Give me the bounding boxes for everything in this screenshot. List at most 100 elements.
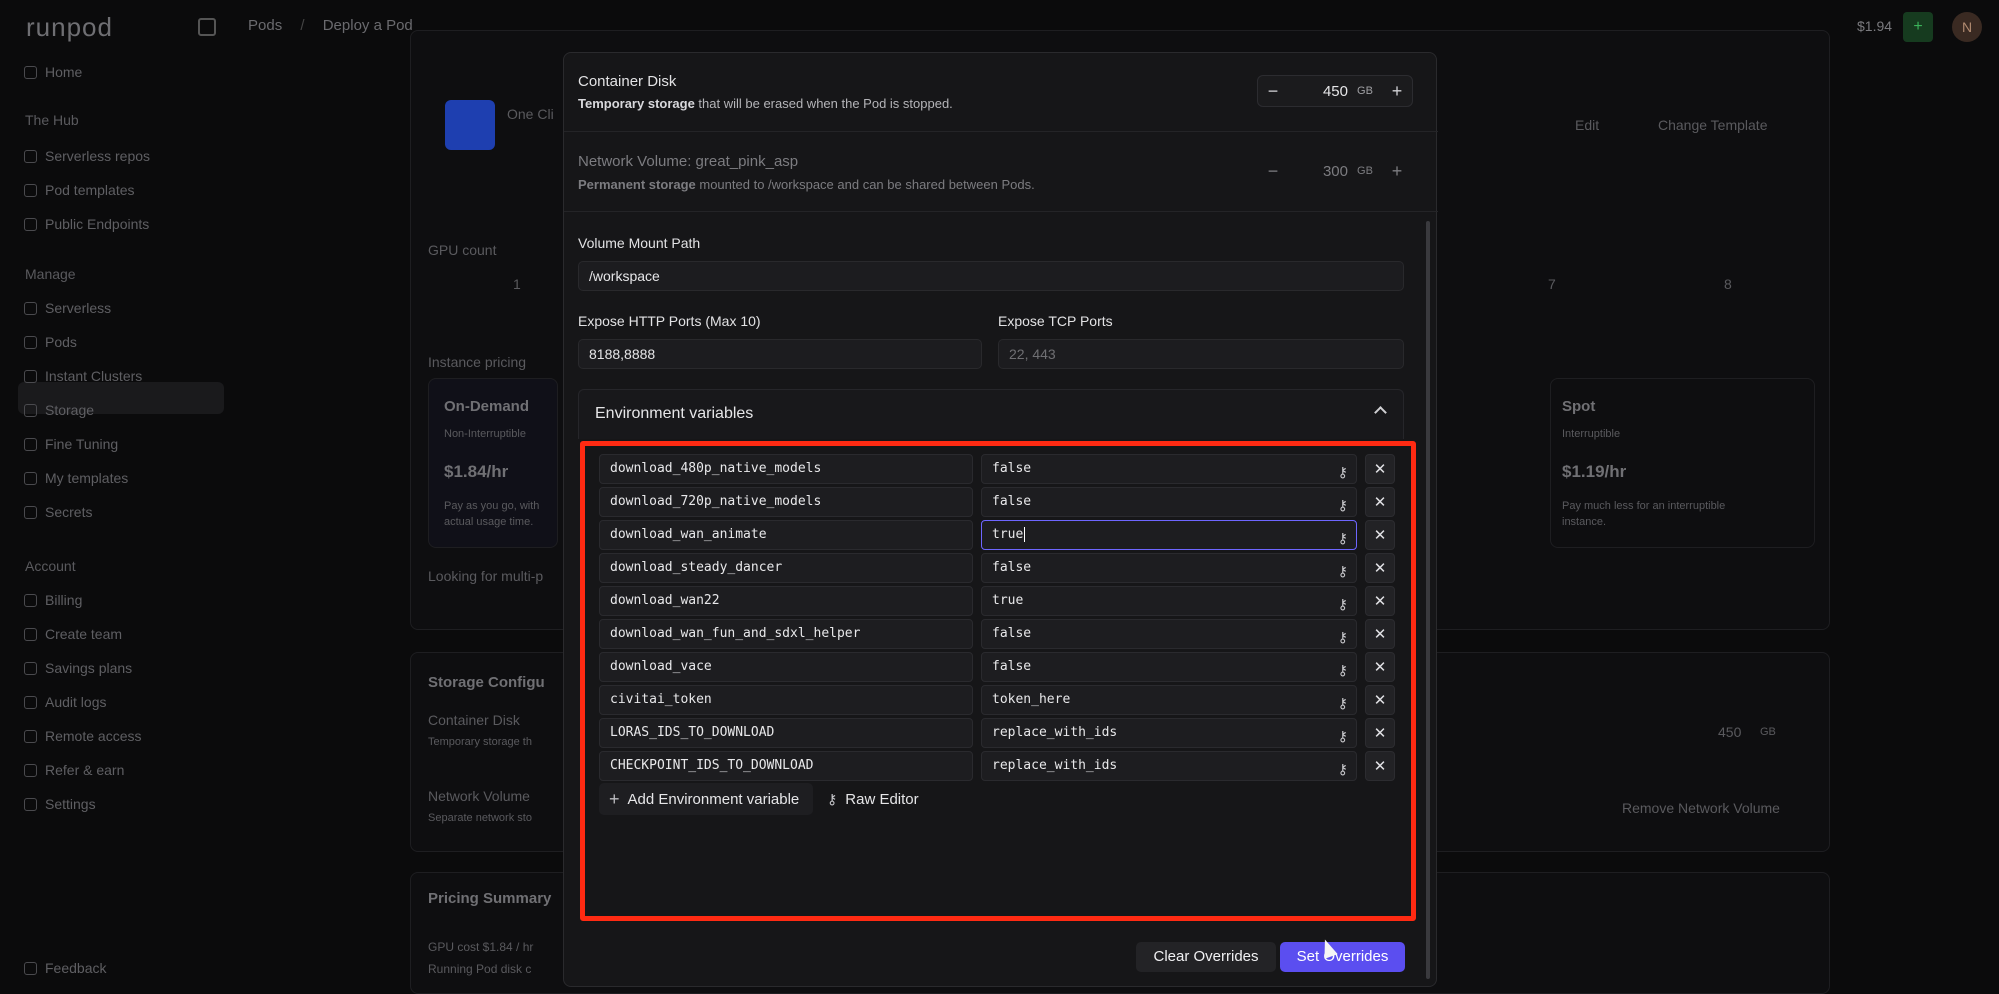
- env-key-input[interactable]: civitai_token: [599, 685, 973, 715]
- sidebar-item-serverless[interactable]: Serverless: [24, 300, 111, 316]
- sidebar-item-billing[interactable]: Billing: [24, 592, 82, 608]
- env-value-input[interactable]: replace_with_ids ⚷: [981, 751, 1357, 781]
- remove-env-var-button[interactable]: ✕: [1365, 685, 1395, 715]
- key-icon[interactable]: ⚷: [1338, 459, 1348, 487]
- sidebar-item-fine-tuning[interactable]: Fine Tuning: [24, 436, 118, 452]
- env-key-input[interactable]: download_wan_animate: [599, 520, 973, 550]
- change-template-button[interactable]: Change Template: [1658, 117, 1767, 133]
- env-key-input[interactable]: download_480p_native_models: [599, 454, 973, 484]
- network-volume-label: Network Volume: [428, 788, 530, 804]
- container-disk-stepper[interactable]: − 450 GB +: [1257, 75, 1413, 107]
- sidebar-item-label: Fine Tuning: [45, 436, 119, 452]
- increment-icon[interactable]: +: [1382, 81, 1412, 102]
- multi-gpu-link[interactable]: Looking for multi-p: [428, 568, 543, 584]
- key-icon[interactable]: ⚷: [1338, 723, 1348, 751]
- remove-env-var-button[interactable]: ✕: [1365, 718, 1395, 748]
- sidebar-item-feedback[interactable]: Feedback: [24, 960, 106, 976]
- sidebar-item-savings-plans[interactable]: Savings plans: [24, 660, 132, 676]
- remove-env-var-button[interactable]: ✕: [1365, 520, 1395, 550]
- add-env-var-button[interactable]: + Add Environment variable: [599, 783, 814, 815]
- on-demand-title: On-Demand: [444, 398, 530, 415]
- sidebar-item-serverless-repos[interactable]: Serverless repos: [24, 148, 150, 164]
- env-value-input[interactable]: false ⚷: [981, 619, 1357, 649]
- sidebar-item-home[interactable]: Home: [24, 64, 82, 80]
- sidebar-item-settings[interactable]: Settings: [24, 796, 96, 812]
- remove-env-var-button[interactable]: ✕: [1365, 487, 1395, 517]
- volume-mount-input[interactable]: /workspace: [578, 261, 1404, 291]
- decrement-icon: −: [1267, 160, 1279, 181]
- container-disk-title: Container Disk: [578, 73, 677, 90]
- gpu-count-1[interactable]: 1: [513, 276, 521, 292]
- remove-env-var-button[interactable]: ✕: [1365, 619, 1395, 649]
- env-value-input-focused[interactable]: true ⚷: [981, 520, 1357, 550]
- running-pod-text: Running Pod disk c: [428, 962, 532, 976]
- gpu-count-7[interactable]: 7: [1548, 276, 1556, 292]
- sidebar-item-my-templates[interactable]: My templates: [24, 470, 128, 486]
- edit-template-button[interactable]: Edit: [1575, 117, 1599, 133]
- remove-env-var-button[interactable]: ✕: [1365, 586, 1395, 616]
- sidebar-item-secrets[interactable]: Secrets: [24, 504, 92, 520]
- secrets-icon: [24, 505, 37, 519]
- env-key-input[interactable]: download_vace: [599, 652, 973, 682]
- env-value-input[interactable]: false ⚷: [981, 652, 1357, 682]
- key-icon[interactable]: ⚷: [1338, 591, 1348, 619]
- env-value-input[interactable]: false ⚷: [981, 553, 1357, 583]
- sidebar-item-refer-earn[interactable]: Refer & earn: [24, 762, 124, 778]
- container-disk-value[interactable]: 450: [1288, 83, 1348, 100]
- sidebar-item-create-team[interactable]: Create team: [24, 626, 122, 642]
- temp-storage-desc: Temporary storage th: [428, 736, 532, 748]
- env-vars-section-header[interactable]: Environment variables: [578, 389, 1404, 439]
- env-value-input[interactable]: replace_with_ids ⚷: [981, 718, 1357, 748]
- clear-overrides-button[interactable]: Clear Overrides: [1136, 942, 1276, 972]
- container-disk-desc: Temporary storage that will be erased wh…: [578, 96, 953, 111]
- env-key-input[interactable]: LORAS_IDS_TO_DOWNLOAD: [599, 718, 973, 748]
- remove-env-var-button[interactable]: ✕: [1365, 454, 1395, 484]
- remove-env-var-button[interactable]: ✕: [1365, 652, 1395, 682]
- separate-network-desc: Separate network sto: [428, 812, 532, 824]
- key-icon[interactable]: ⚷: [1338, 624, 1348, 652]
- env-key-input[interactable]: download_wan22: [599, 586, 973, 616]
- remove-env-var-button[interactable]: ✕: [1365, 553, 1395, 583]
- set-overrides-button[interactable]: Set Overrides: [1280, 942, 1405, 972]
- network-volume-title: Network Volume: great_pink_asp: [578, 153, 799, 170]
- sidebar-item-public-endpoints[interactable]: Public Endpoints: [24, 216, 149, 232]
- tcp-ports-input[interactable]: 22, 443: [998, 339, 1404, 369]
- sidebar-item-remote-access[interactable]: Remote access: [24, 728, 141, 744]
- add-funds-button[interactable]: +: [1903, 12, 1933, 42]
- sidebar-heading-manage[interactable]: Manage: [25, 266, 76, 282]
- avatar[interactable]: N: [1952, 12, 1982, 42]
- sidebar-item-pods[interactable]: Pods: [24, 334, 77, 350]
- gpu-count-8[interactable]: 8: [1724, 276, 1732, 292]
- sidebar-toggle-icon[interactable]: [198, 18, 216, 36]
- env-value-input[interactable]: true ⚷: [981, 586, 1357, 616]
- runpod-logo[interactable]: runpod: [26, 12, 113, 43]
- breadcrumb-pods[interactable]: Pods: [248, 17, 282, 34]
- env-key-input[interactable]: download_720p_native_models: [599, 487, 973, 517]
- env-value-input[interactable]: false ⚷: [981, 454, 1357, 484]
- key-icon[interactable]: ⚷: [1338, 657, 1348, 685]
- key-icon[interactable]: ⚷: [1338, 756, 1348, 784]
- sidebar-item-instant-clusters[interactable]: Instant Clusters: [24, 368, 142, 384]
- http-ports-input[interactable]: 8188,8888: [578, 339, 982, 369]
- remove-env-var-button[interactable]: ✕: [1365, 751, 1395, 781]
- decrement-icon[interactable]: −: [1258, 81, 1288, 102]
- sidebar-item-pod-templates[interactable]: Pod templates: [24, 182, 135, 198]
- env-key-input[interactable]: download_steady_dancer: [599, 553, 973, 583]
- raw-editor-button[interactable]: ⚷ Raw Editor: [827, 783, 919, 815]
- remove-network-volume-button[interactable]: Remove Network Volume: [1622, 800, 1780, 816]
- sidebar-heading-hub[interactable]: The Hub: [25, 112, 79, 128]
- container-disk-label: Container Disk: [428, 712, 520, 728]
- key-icon[interactable]: ⚷: [1338, 690, 1348, 718]
- sidebar-item-storage[interactable]: Storage: [24, 402, 94, 418]
- key-icon[interactable]: ⚷: [1338, 558, 1348, 586]
- key-icon[interactable]: ⚷: [1338, 525, 1348, 553]
- env-value-input[interactable]: token_here ⚷: [981, 685, 1357, 715]
- sidebar-item-audit-logs[interactable]: Audit logs: [24, 694, 106, 710]
- spot-title: Spot: [1562, 398, 1596, 415]
- modal-scrollbar[interactable]: [1426, 221, 1430, 979]
- env-value-input[interactable]: false ⚷: [981, 487, 1357, 517]
- key-icon[interactable]: ⚷: [1338, 492, 1348, 520]
- chevron-up-icon[interactable]: [1374, 406, 1387, 419]
- env-key-input[interactable]: CHECKPOINT_IDS_TO_DOWNLOAD: [599, 751, 973, 781]
- env-key-input[interactable]: download_wan_fun_and_sdxl_helper: [599, 619, 973, 649]
